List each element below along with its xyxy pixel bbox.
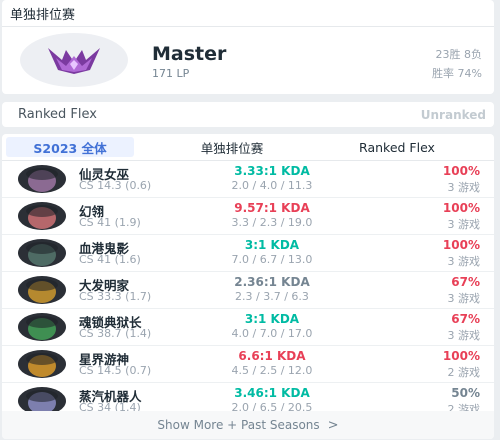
champion-kda-line: 7.0 / 6.7 / 13.0 bbox=[231, 253, 313, 266]
champion-games: 3 游戏 bbox=[447, 181, 481, 194]
avatar-hair bbox=[26, 316, 58, 328]
champion-kda-line: 2.3 / 3.7 / 6.3 bbox=[235, 290, 309, 303]
champion-avatar bbox=[18, 313, 66, 341]
tier-name: Master bbox=[152, 43, 227, 65]
champion-row[interactable]: 幻翎 CS 41 (1.9) 9.57:1 KDA 3.3 / 2.3 / 19.0 1… bbox=[2, 198, 494, 235]
avatar-hair bbox=[26, 242, 58, 254]
champion-kda-ratio: 9.57:1 KDA bbox=[234, 201, 310, 215]
champion-row[interactable]: 仙灵女巫 CS 14.3 (0.6) 3.33:1 KDA 2.0 / 4.0 / 1… bbox=[2, 161, 494, 198]
champion-stats-card: S2023 全体 单独排位赛 Ranked Flex 仙灵女巫 CS 14.3 (… bbox=[2, 134, 494, 439]
avatar-hair bbox=[26, 353, 58, 365]
show-more-label: Show More + Past Seasons bbox=[157, 418, 320, 432]
champion-avatar bbox=[18, 165, 66, 193]
champion-win-rate: 100% bbox=[442, 164, 480, 178]
champion-row[interactable]: 魂锁典狱长 CS 38.7 (1.4) 3:1 KDA 4.0 / 7.0 / 17.… bbox=[2, 309, 494, 346]
champion-games: 3 游戏 bbox=[447, 218, 481, 231]
avatar-hair bbox=[26, 390, 58, 402]
champion-cs: CS 38.7 (1.4) bbox=[79, 327, 152, 340]
champion-cs: CS 14.5 (0.7) bbox=[79, 364, 152, 377]
champion-win-rate: 100% bbox=[442, 349, 480, 363]
win-loss-record: 23胜 8负 bbox=[435, 48, 483, 61]
champion-kda-line: 2.0 / 4.0 / 11.3 bbox=[231, 179, 313, 192]
flex-ranked-card: Ranked Flex Unranked bbox=[2, 102, 494, 127]
show-more-button[interactable]: Show More + Past Seasons > bbox=[2, 411, 494, 439]
champion-row[interactable]: 星界游神 CS 14.5 (0.7) 6.6:1 KDA 4.5 / 2.5 / 12… bbox=[2, 346, 494, 383]
solo-ranked-card: 单独排位赛 Master 171 LP 23胜 8负 胜率 74% bbox=[2, 0, 494, 94]
champion-avatar bbox=[18, 350, 66, 378]
champion-cs: CS 14.3 (0.6) bbox=[79, 179, 152, 192]
champion-win-rate: 50% bbox=[451, 386, 480, 400]
flex-ranked-title: Ranked Flex bbox=[18, 107, 97, 122]
champion-kda-ratio: 3.46:1 KDA bbox=[234, 386, 310, 400]
avatar-hair bbox=[26, 168, 58, 180]
champion-avatar bbox=[18, 239, 66, 267]
avatar-hair bbox=[26, 279, 58, 291]
avatar-hair bbox=[26, 205, 58, 217]
tab-ranked-flex[interactable]: Ranked Flex bbox=[332, 137, 462, 157]
champion-win-rate: 100% bbox=[442, 238, 480, 252]
master-tier-emblem-icon bbox=[20, 33, 128, 87]
champion-avatar bbox=[18, 276, 66, 304]
champion-games: 3 游戏 bbox=[447, 329, 481, 342]
champion-win-rate: 100% bbox=[442, 201, 480, 215]
champion-win-rate: 67% bbox=[451, 275, 480, 289]
champion-avatar bbox=[18, 202, 66, 230]
tab-solo-ranked[interactable]: 单独排位赛 bbox=[144, 137, 320, 157]
champion-kda-ratio: 3.33:1 KDA bbox=[234, 164, 310, 178]
champion-kda-ratio: 3:1 KDA bbox=[244, 312, 300, 326]
champion-kda-ratio: 3:1 KDA bbox=[244, 238, 300, 252]
flex-ranked-status: Unranked bbox=[420, 107, 486, 122]
champion-cs: CS 33.3 (1.7) bbox=[79, 290, 152, 303]
solo-ranked-title: 单独排位赛 bbox=[2, 0, 494, 27]
win-rate: 胜率 74% bbox=[432, 67, 482, 80]
champion-kda-ratio: 2.36:1 KDA bbox=[234, 275, 310, 289]
champion-games: 3 游戏 bbox=[447, 292, 481, 305]
champion-kda-line: 4.5 / 2.5 / 12.0 bbox=[231, 364, 313, 377]
champion-kda-line: 3.3 / 2.3 / 19.0 bbox=[231, 216, 313, 229]
champion-cs: CS 41 (1.9) bbox=[79, 216, 141, 229]
league-points: 171 LP bbox=[152, 67, 190, 80]
champion-cs: CS 41 (1.6) bbox=[79, 253, 141, 266]
champion-kda-line: 4.0 / 7.0 / 17.0 bbox=[231, 327, 313, 340]
champion-row[interactable]: 血港鬼影 CS 41 (1.6) 3:1 KDA 7.0 / 6.7 / 13.0 10… bbox=[2, 235, 494, 272]
champion-win-rate: 67% bbox=[451, 312, 480, 326]
chevron-right-icon: > bbox=[327, 417, 339, 433]
champion-games: 2 游戏 bbox=[447, 366, 481, 379]
champion-kda-ratio: 6.6:1 KDA bbox=[238, 349, 306, 363]
champion-games: 3 游戏 bbox=[447, 255, 481, 268]
tab-season-all[interactable]: S2023 全体 bbox=[6, 137, 134, 157]
season-tabs: S2023 全体 单独排位赛 Ranked Flex bbox=[2, 134, 494, 161]
champion-row[interactable]: 大发明家 CS 33.3 (1.7) 2.36:1 KDA 2.3 / 3.7 / 6… bbox=[2, 272, 494, 309]
